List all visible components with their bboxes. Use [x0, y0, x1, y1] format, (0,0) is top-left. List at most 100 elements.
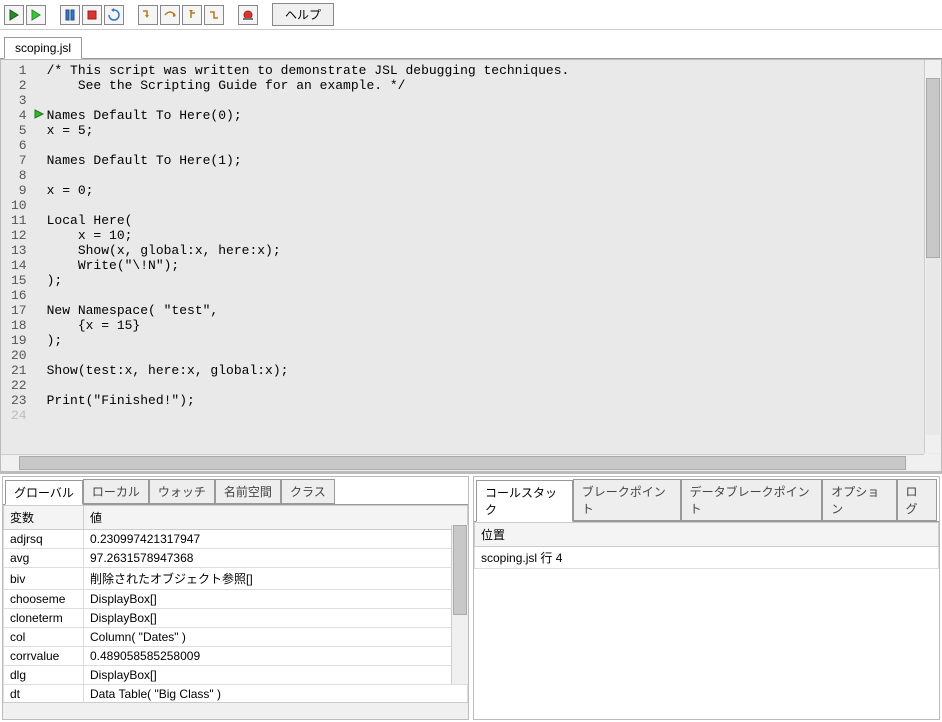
- code-line[interactable]: Names Default To Here(1);: [47, 153, 570, 168]
- variables-pane: グローバルローカルウォッチ名前空間クラス 変数 値 adjrsq0.230997…: [2, 476, 469, 720]
- variable-name: chooseme: [4, 590, 84, 609]
- run-no-breakpoints-button[interactable]: [26, 5, 46, 25]
- table-row[interactable]: dtData Table( "Big Class" ): [4, 685, 468, 703]
- table-row[interactable]: clonetermDisplayBox[]: [4, 609, 468, 628]
- line-number: 3: [11, 93, 27, 108]
- variables-tab[interactable]: ローカル: [83, 479, 149, 504]
- pause-button[interactable]: [60, 5, 80, 25]
- table-row[interactable]: biv削除されたオブジェクト参照[]: [4, 568, 468, 590]
- variable-value: 0.230997421317947: [84, 530, 468, 549]
- variable-value: Column( "Dates" ): [84, 628, 468, 647]
- table-row[interactable]: corrvalue0.489058585258009: [4, 647, 468, 666]
- variable-value: 0.489058585258009: [84, 647, 468, 666]
- code-line[interactable]: [47, 378, 570, 393]
- variables-tab[interactable]: クラス: [281, 479, 335, 504]
- callstack-pane: コールスタックブレークポイントデータブレークポイントオプションログ 位置 sco…: [473, 476, 940, 720]
- code-line[interactable]: x = 10;: [47, 228, 570, 243]
- code-line[interactable]: [47, 348, 570, 363]
- code-line[interactable]: Local Here(: [47, 213, 570, 228]
- code-line[interactable]: [47, 93, 570, 108]
- code-line[interactable]: New Namespace( "test",: [47, 303, 570, 318]
- line-number: 13: [11, 243, 27, 258]
- line-number: 1: [11, 63, 27, 78]
- code-line[interactable]: Show(x, global:x, here:x);: [47, 243, 570, 258]
- variables-tab[interactable]: 名前空間: [215, 479, 281, 504]
- toolbar: ヘルプ: [0, 0, 942, 30]
- line-number: 20: [11, 348, 27, 363]
- code-line[interactable]: Write("\!N");: [47, 258, 570, 273]
- code-line[interactable]: [47, 288, 570, 303]
- run-button[interactable]: [4, 5, 24, 25]
- code-line[interactable]: [47, 168, 570, 183]
- restart-button[interactable]: [104, 5, 124, 25]
- code-line[interactable]: {x = 15}: [47, 318, 570, 333]
- table-row[interactable]: scoping.jsl 行 4: [475, 547, 939, 569]
- line-number: 7: [11, 153, 27, 168]
- code-line[interactable]: );: [47, 273, 570, 288]
- variables-tab[interactable]: グローバル: [5, 480, 83, 505]
- current-line-arrow-icon: [33, 108, 47, 123]
- step-over-button[interactable]: [160, 5, 180, 25]
- code-line[interactable]: /* This script was written to demonstrat…: [47, 63, 570, 78]
- variables-table[interactable]: 変数 値 adjrsq0.230997421317947avg97.263157…: [3, 505, 468, 702]
- variable-name: adjrsq: [4, 530, 84, 549]
- variable-value: 97.2631578947368: [84, 549, 468, 568]
- variables-tab[interactable]: ウォッチ: [149, 479, 215, 504]
- line-number: 15: [11, 273, 27, 288]
- variable-name: biv: [4, 568, 84, 590]
- line-number: 14: [11, 258, 27, 273]
- code-line[interactable]: x = 5;: [47, 123, 570, 138]
- code-line[interactable]: [47, 198, 570, 213]
- line-number: 2: [11, 78, 27, 93]
- line-number: 18: [11, 318, 27, 333]
- code-line[interactable]: x = 0;: [47, 183, 570, 198]
- variable-name: col: [4, 628, 84, 647]
- code-line[interactable]: Print("Finished!");: [47, 393, 570, 408]
- callstack-tab[interactable]: ブレークポイント: [573, 479, 681, 521]
- line-number: 10: [11, 198, 27, 213]
- file-tab-scoping[interactable]: scoping.jsl: [4, 37, 82, 59]
- line-number: 11: [11, 213, 27, 228]
- breakpoint-button[interactable]: [238, 5, 258, 25]
- editor-vertical-scrollbar[interactable]: [924, 60, 941, 453]
- table-row[interactable]: choosemeDisplayBox[]: [4, 590, 468, 609]
- line-number: 19: [11, 333, 27, 348]
- variable-name: dt: [4, 685, 84, 703]
- callstack-header-location[interactable]: 位置: [475, 523, 939, 547]
- callstack-tab[interactable]: コールスタック: [476, 480, 573, 522]
- code-line[interactable]: Names Default To Here(0);: [47, 108, 570, 123]
- variables-header-value[interactable]: 値: [84, 506, 468, 530]
- callstack-table[interactable]: 位置 scoping.jsl 行 4: [474, 522, 939, 569]
- breakpoint-margin[interactable]: [33, 63, 47, 423]
- variable-name: corrvalue: [4, 647, 84, 666]
- variable-value: DisplayBox[]: [84, 590, 468, 609]
- line-number: 6: [11, 138, 27, 153]
- line-number-gutter: 123456789101112131415161718192021222324: [1, 63, 33, 423]
- line-number: 12: [11, 228, 27, 243]
- code-line[interactable]: See the Scripting Guide for an example. …: [47, 78, 570, 93]
- line-number: 17: [11, 303, 27, 318]
- variables-tabs: グローバルローカルウォッチ名前空間クラス: [3, 477, 468, 505]
- variable-value: DisplayBox[]: [84, 666, 468, 685]
- variables-horizontal-scrollbar[interactable]: [3, 702, 468, 719]
- editor-horizontal-scrollbar[interactable]: [1, 454, 924, 471]
- table-row[interactable]: colColumn( "Dates" ): [4, 628, 468, 647]
- table-row[interactable]: avg97.2631578947368: [4, 549, 468, 568]
- code-line[interactable]: );: [47, 333, 570, 348]
- help-button[interactable]: ヘルプ: [272, 3, 334, 26]
- callstack-tab[interactable]: データブレークポイント: [681, 479, 823, 521]
- code-editor[interactable]: 123456789101112131415161718192021222324 …: [0, 59, 942, 472]
- variables-header-name[interactable]: 変数: [4, 506, 84, 530]
- table-row[interactable]: dlgDisplayBox[]: [4, 666, 468, 685]
- stop-button[interactable]: [82, 5, 102, 25]
- code-line[interactable]: [47, 138, 570, 153]
- line-number: 22: [11, 378, 27, 393]
- table-row[interactable]: adjrsq0.230997421317947: [4, 530, 468, 549]
- code-line[interactable]: Show(test:x, here:x, global:x);: [47, 363, 570, 378]
- variables-vertical-scrollbar[interactable]: [451, 525, 468, 684]
- callstack-tab[interactable]: ログ: [897, 479, 938, 521]
- callstack-tab[interactable]: オプション: [822, 479, 896, 521]
- step-button[interactable]: [204, 5, 224, 25]
- step-out-button[interactable]: [182, 5, 202, 25]
- step-into-button[interactable]: [138, 5, 158, 25]
